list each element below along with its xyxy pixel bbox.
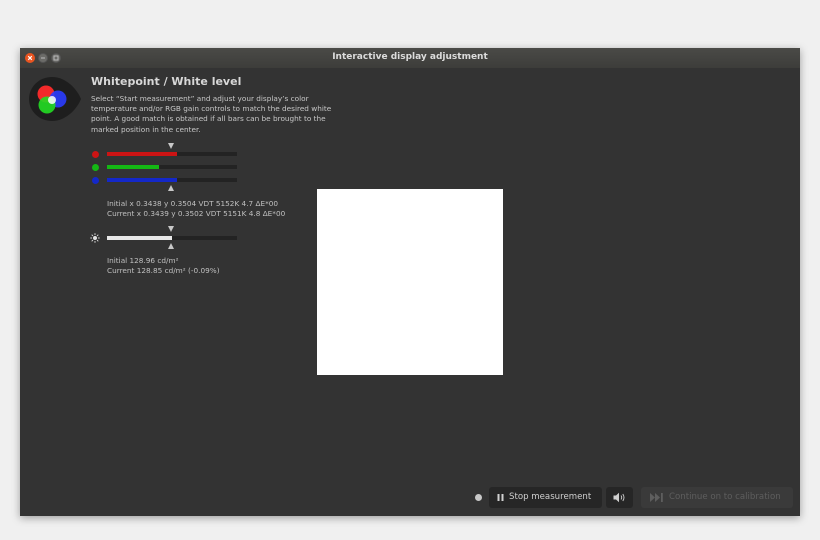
stop-measurement-button[interactable]: Stop measurement — [489, 487, 602, 508]
luminance-bar-fill — [107, 236, 172, 240]
rgb-circles-icon — [29, 77, 81, 121]
whitepoint-current-readout: Current x 0.3439 y 0.3502 VDT 5151K 4.8 … — [107, 209, 286, 218]
stop-measurement-label: Stop measurement — [509, 492, 592, 502]
pause-icon — [497, 494, 504, 501]
instructions-text: Select “Start measurement” and adjust yo… — [91, 94, 332, 134]
speaker-icon — [613, 492, 625, 503]
continue-to-calibration-button[interactable]: Continue on to calibration — [641, 487, 793, 508]
blue-bar-track — [107, 178, 237, 182]
green-channel-dot — [92, 163, 99, 171]
luminance-current-readout: Current 128.85 cd/m² (-0.09%) — [107, 266, 220, 275]
sun-icon — [90, 233, 100, 243]
title-bar: Interactive display adjustment — [20, 48, 800, 68]
luminance-marker-bottom — [168, 243, 174, 249]
luminance-bar-track — [107, 236, 237, 240]
continue-to-calibration-label: Continue on to calibration — [669, 492, 781, 502]
target-marker-top — [168, 143, 174, 149]
sound-toggle-button[interactable] — [606, 487, 633, 508]
target-marker-bottom — [168, 185, 174, 191]
green-bar-fill — [107, 165, 159, 169]
main-window: Interactive display adjustment Whitepoin… — [20, 48, 800, 516]
whitepoint-initial-readout: Initial x 0.3438 y 0.3504 VDT 5152K 4.7 … — [107, 199, 279, 208]
window-title: Interactive display adjustment — [332, 52, 488, 62]
blue-channel-dot — [92, 176, 99, 184]
status-indicator — [475, 494, 482, 501]
measurement-patch — [317, 189, 503, 375]
red-bar-fill — [107, 152, 178, 156]
blue-bar-fill — [107, 178, 178, 182]
luminance-marker-top — [168, 226, 174, 232]
luminance-initial-readout: Initial 128.96 cd/m² — [107, 256, 179, 265]
red-bar-track — [107, 152, 237, 156]
green-bar-track — [107, 165, 237, 169]
skip-forward-icon — [650, 493, 663, 502]
page-title: Whitepoint / White level — [91, 75, 242, 88]
red-channel-dot — [92, 150, 99, 158]
